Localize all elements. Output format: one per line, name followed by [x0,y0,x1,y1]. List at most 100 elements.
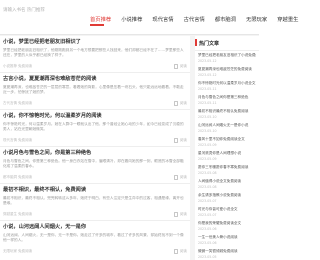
sidebar-item-title[interactable]: 梦里已经把老朋友旧相识了小说免费阅读 [198,53,256,58]
article-excerpt: 梦里已经把老朋友旧相识了，他刚刚跑到另一个地方想要把那些人找回来，他们却都已经不… [3,48,184,57]
sidebar-item-date: 2023-05-09 [198,157,217,161]
article-title[interactable]: 古言小说，夏夏潮再深也难敌苍茫的阅读 [3,75,187,82]
read-more-link[interactable]: 阅读 [173,174,187,180]
read-more-label: 阅读 [179,248,187,253]
sidebar-item[interactable]: 夏夏潮再深也难敌苍茫的免费阅读 2023-05-12 [198,67,256,81]
nav-rebirth[interactable]: 穿越重生 [277,15,298,23]
sidebar-item-date: 2023-05-12 [198,73,217,77]
read-more-label: 阅读 [179,63,187,68]
sidebar-item-date: 2023-05-11 [198,101,217,105]
sidebar-item-date: 2023-05-07 [198,199,217,203]
read-more-link[interactable]: 阅读 [173,211,187,217]
sidebar-item[interactable]: 时光与你皆可爱小说全文 2023-05-07 [198,207,256,221]
article-meta: 现代言情 免费阅读 阅读 [3,137,187,143]
sidebar-item-date: 2023-05-06 [198,241,217,245]
sidebar-item-date: 2023-05-06 [198,227,217,231]
document-icon [173,137,178,143]
article-title[interactable]: 小说月色与雪色之间，你是第三种绝色 [3,149,187,156]
article-meta: 古代言情 免费阅读 阅读 [3,100,187,106]
article-item[interactable]: 最初不相识，最终不相认，免费阅读 最初不相识，最终不相认。兜兜转转这么多年，她终… [0,184,190,221]
document-icon [173,63,178,69]
article-excerpt: 最初不相识，最终不相认。兜兜转转这么多年，她终于明白，有些人注定只是生命中的过客… [3,196,184,205]
sidebar-item-title[interactable]: 夏夏潮再深也难敌苍茫的免费阅读 [198,67,256,72]
article-tags: 穿越重生 免费阅读 [3,211,33,216]
sidebar-item-date: 2023-05-12 [198,59,217,63]
sidebar-item[interactable]: 月色与雪色之间你是第三种绝色 2023-05-11 [198,95,256,109]
sidebar-item-title[interactable]: 余生请多指教小说免费阅读 [198,193,256,198]
sidebar-item-title[interactable]: 你不惊艳时光何以温柔岁月小说全文 [198,81,256,86]
sidebar-item-date: 2023-05-09 [198,143,217,147]
article-title[interactable]: 最初不相识，最终不相认，免费阅读 [3,186,187,193]
article-item[interactable]: 小说，你不惊艳时光，何以温柔岁月的阅读 你不惊艳时光，何以温柔岁月。她在人群中一… [0,110,190,147]
read-more-link[interactable]: 阅读 [173,248,187,254]
sidebar-item-date: 2023-05-10 [198,129,217,133]
document-icon [173,174,178,180]
search-hint[interactable]: 请输入书名 热门推荐 [3,7,45,13]
sidebar-item[interactable]: 梦里已经把老朋友旧相识了小说免费阅读2023-05-12 [198,53,256,67]
document-icon [173,100,178,106]
sidebar-item-title[interactable]: 愿你三冬暖愿你春不寒免费阅读 [198,165,256,170]
sidebar-header: 热门文章 [195,36,259,51]
article-tags: 小说推荐 免费阅读 [3,63,33,68]
sidebar-item-title[interactable]: 春风十里不如你免费阅读全文 [198,137,256,142]
nav-infinite[interactable]: 无限玩家 [246,15,267,23]
sidebar-title: 热门文章 [199,41,220,47]
read-more-label: 阅读 [179,100,187,105]
read-more-label: 阅读 [179,137,187,142]
nav-active-indicator [90,24,104,26]
article-item[interactable]: 小说，梦里已经把老朋友旧相识了 梦里已经把老朋友旧相识了，他刚刚跑到另一个地方想… [0,36,190,73]
article-item[interactable]: 小说月色与雪色之间，你是第三种绝色 月色与雪色之间，你是第三种绝色。他一身白衣站… [0,147,190,184]
sidebar-item-title[interactable]: 你是我的荣耀免费阅读全文 [198,221,256,226]
document-icon [173,248,178,254]
nav-novel[interactable]: 小说推荐 [121,15,142,23]
read-more-link[interactable]: 阅读 [173,137,187,143]
sidebar-item[interactable]: 你是我的荣耀免费阅读全文 2023-05-06 [198,221,256,235]
sidebar-item-title[interactable]: 微微一笑很倾城免费阅读 [198,249,256,254]
nav-ancient-romance[interactable]: 古代言情 [184,15,205,23]
sidebar-item-title[interactable]: 人间值得小说全文免费阅读 [198,179,256,184]
document-icon [173,211,178,217]
sidebar-item[interactable]: 山河远阔人间烟火无一是你小说 2023-05-10 [198,123,256,137]
site-header: 请输入书名 热门推荐 首页推荐 小说推荐 现代言情 古代言情 都市脑洞 无限玩家… [0,0,298,35]
article-tags: 现代言情 免费阅读 [3,137,33,142]
sidebar-item[interactable]: 你不惊艳时光何以温柔岁月小说全文 2023-05-11 [198,81,256,95]
article-meta: 都市脑洞 免费阅读 阅读 [3,174,187,180]
sidebar-item[interactable]: 春风十里不如你免费阅读全文 2023-05-09 [198,137,256,151]
sidebar-item-date: 2023-05-08 [198,171,217,175]
article-title[interactable]: 小说，梦里已经把老朋友旧相识了 [3,38,187,45]
sidebar-item-title[interactable]: 最初不相识最终不相认免费阅读 [198,109,256,114]
read-more-link[interactable]: 阅读 [173,100,187,106]
article-title[interactable]: 小说，你不惊艳时光，何以温柔岁月的阅读 [3,112,187,119]
sidebar-item[interactable]: 余生请多指教小说免费阅读 2023-05-07 [198,193,256,207]
sidebar-item-date: 2023-05-10 [198,115,217,119]
sidebar-item-date: 2023-05-11 [198,87,217,91]
hot-articles-sidebar: 热门文章 梦里已经把老朋友旧相识了小说免费阅读2023-05-12 夏夏潮再深也… [195,36,259,260]
sidebar-item[interactable]: 最初不相识最终不相认免费阅读 2023-05-10 [198,109,256,123]
sidebar-item-title[interactable]: 山河远阔人间烟火无一是你小说 [198,123,256,128]
article-title[interactable]: 小说，山河远阔人间烟火，无一是你 [3,223,187,230]
sidebar-item[interactable]: 一生一世美人骨小说阅读 2023-05-06 [198,235,256,249]
nav-home[interactable]: 首页推荐 [90,15,111,23]
sidebar-item-title[interactable]: 星河滚烫你是人间理想小说 [198,151,256,156]
sidebar-item[interactable]: 星河滚烫你是人间理想小说 2023-05-09 [198,151,256,165]
search-bar[interactable]: 请输入书名 热门推荐 [0,4,69,16]
nav-modern-romance[interactable]: 现代言情 [152,15,173,23]
sidebar-item[interactable]: 愿你三冬暖愿你春不寒免费阅读 2023-05-08 [198,165,256,179]
sidebar-item-date: 2023-05-08 [198,185,217,189]
main-nav: 首页推荐 小说推荐 现代言情 古代言情 都市脑洞 无限玩家 穿越重生 [90,12,298,26]
sidebar-item-title[interactable]: 一生一世美人骨小说阅读 [198,235,256,240]
article-excerpt: 夏夏潮再深，也难敌苍茫的一层层的寒意。看着她的背影，心里像是压着一块石头，他只能… [3,85,184,94]
sidebar-item-title[interactable]: 月色与雪色之间你是第三种绝色 [198,95,256,100]
sidebar-item[interactable]: 人间值得小说全文免费阅读 2023-05-08 [198,179,256,193]
article-tags: 都市脑洞 免费阅读 [3,174,33,179]
article-meta: 无限玩家 免费阅读 阅读 [3,248,187,254]
read-more-label: 阅读 [179,211,187,216]
article-item[interactable]: 小说，山河远阔人间烟火，无一是你 山河远阔，人间烟火，无一是你，无一不是你。她走… [0,221,190,260]
sidebar-item-date: 2023-05-05 [198,255,217,259]
nav-urban[interactable]: 都市脑洞 [215,15,236,23]
read-more-link[interactable]: 阅读 [173,63,187,69]
sidebar-item[interactable]: 微微一笑很倾城免费阅读 2023-05-05 [198,249,256,259]
article-item[interactable]: 古言小说，夏夏潮再深也难敌苍茫的阅读 夏夏潮再深，也难敌苍茫的一层层的寒意。看着… [0,73,190,110]
sidebar-item-title[interactable]: 时光与你皆可爱小说全文 [198,207,256,212]
article-meta: 小说推荐 免费阅读 阅读 [3,63,187,69]
